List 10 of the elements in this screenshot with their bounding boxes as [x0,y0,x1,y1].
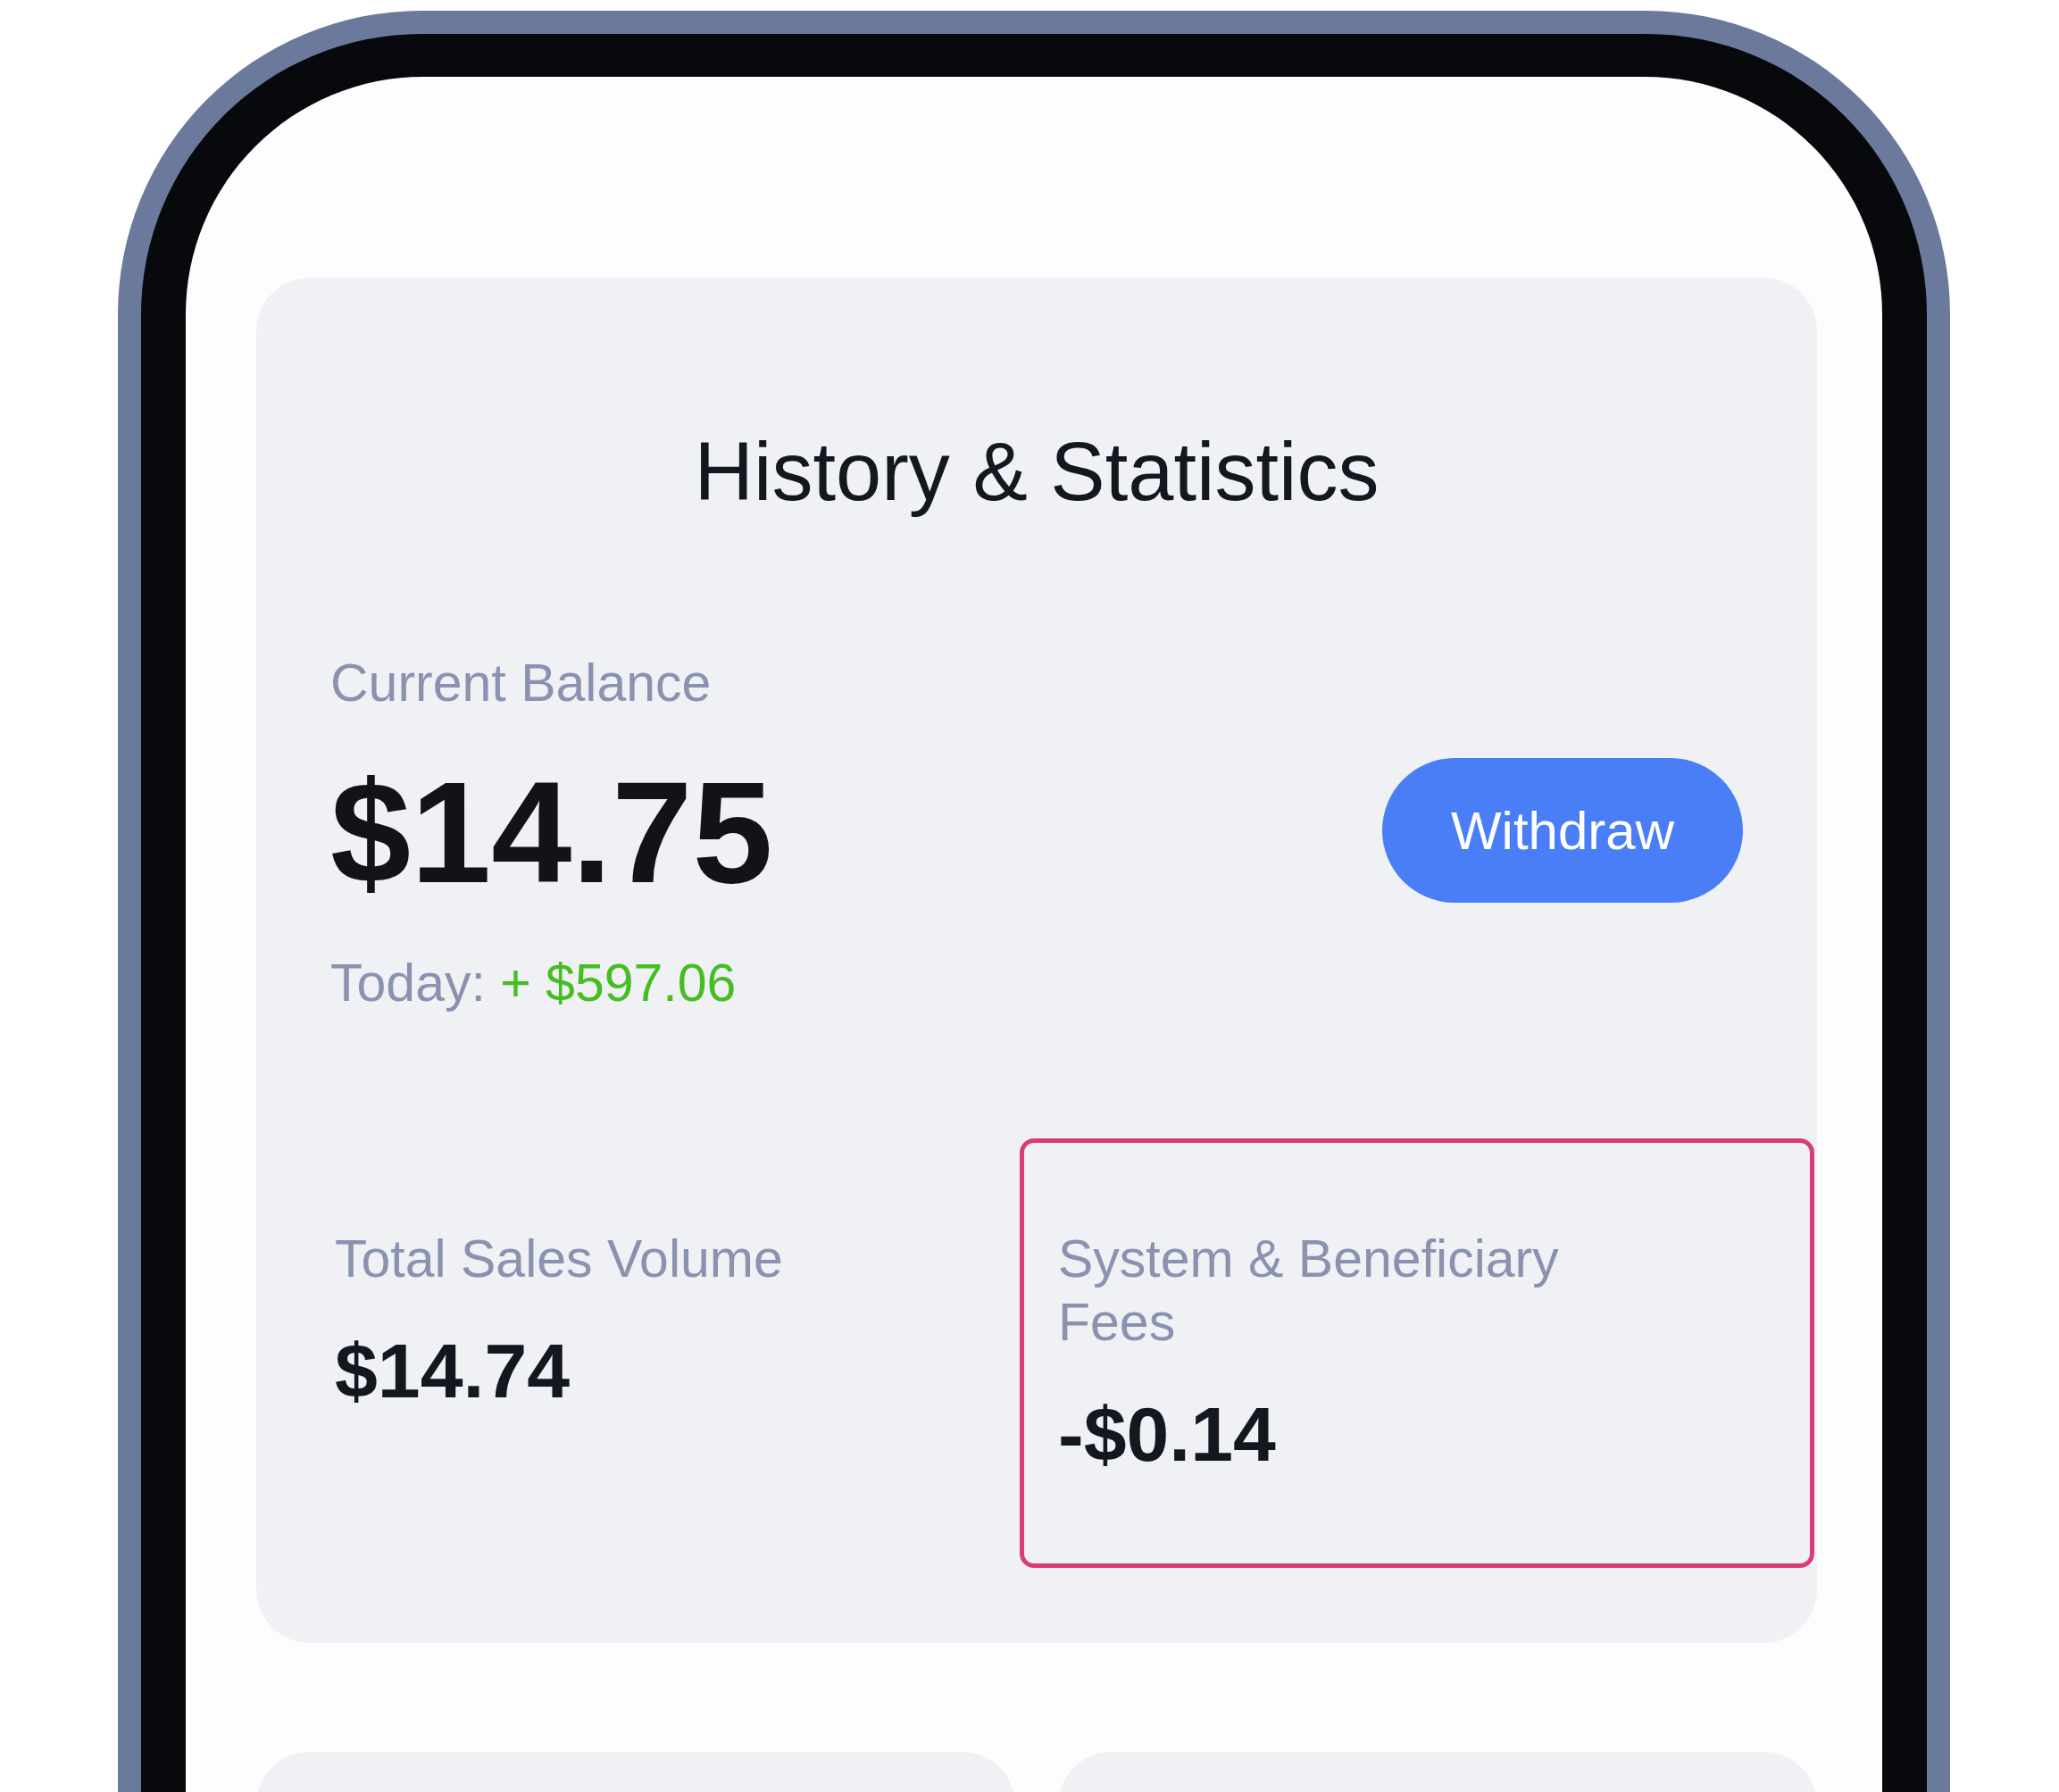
today-change: + $597.06 [500,954,737,1013]
balance-amount: $14.75 [330,750,773,914]
today-label: Today: [330,954,486,1013]
stat-label: System & Beneficiary Fees [1058,1229,1560,1354]
page-title: History & Statistics [693,425,1380,519]
stat-value: $14.74 [335,1326,571,1415]
stat-value: -$0.14 [1058,1389,1277,1479]
balance-label: Current Balance [330,653,713,713]
withdraw-button[interactable]: Withdraw [1382,758,1743,903]
stat-label: Total Sales Volume [335,1229,784,1290]
